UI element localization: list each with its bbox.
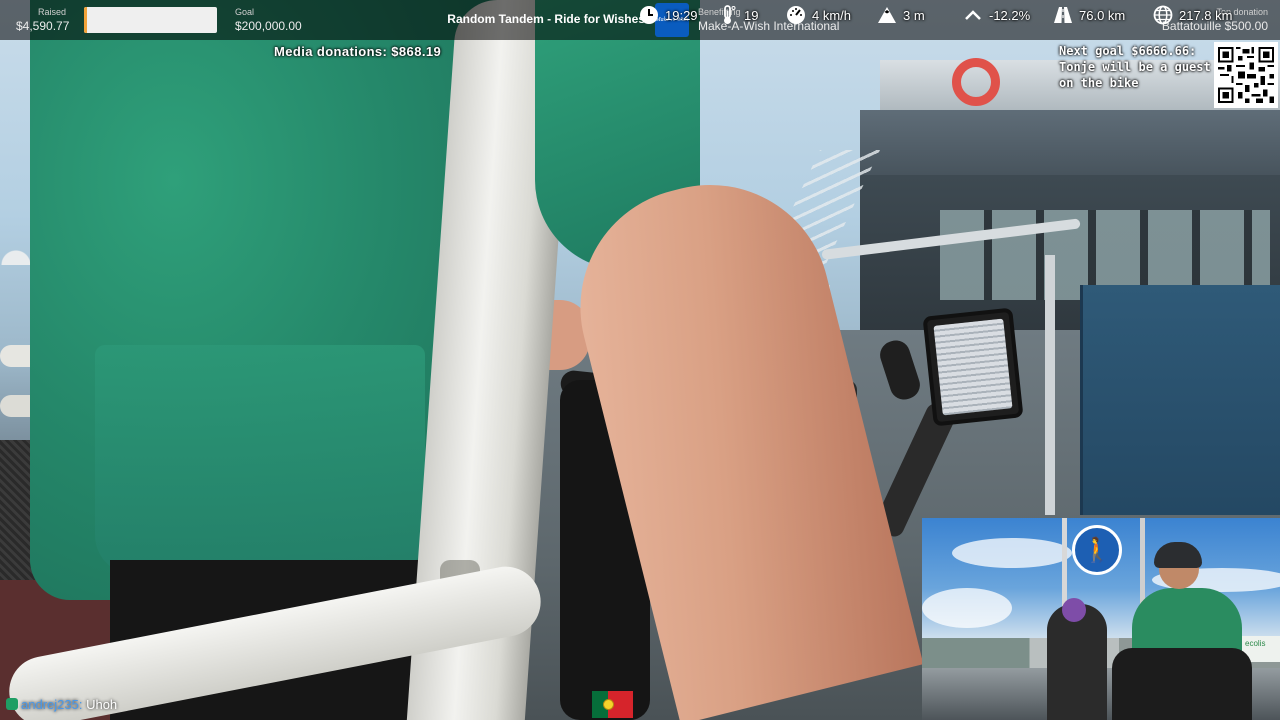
- next-goal-line: on the bike: [1059, 76, 1139, 90]
- road-icon: [1054, 7, 1072, 23]
- raised-amount: $4,590.77: [16, 19, 70, 33]
- altitude-value: 3 m: [903, 7, 925, 23]
- qr-code-graphic: [1218, 47, 1274, 103]
- stream-title: Random Tandem - Ride for Wishes: [447, 12, 645, 26]
- next-goal-line: Next goal $6666.66:: [1059, 44, 1197, 58]
- altitude-stat: 3 m: [877, 4, 925, 26]
- qr-code-icon[interactable]: [1214, 42, 1278, 108]
- chat-username: andrej235:: [21, 697, 83, 712]
- fundraising-progress-bar: [84, 7, 217, 33]
- temperature-stat: 19: [718, 4, 758, 26]
- grade-value: -12.2%: [989, 7, 1031, 23]
- chevron-up-icon: [965, 10, 981, 20]
- distance-total-value: 217.8 km: [1179, 7, 1233, 23]
- distance-today-value: 76.0 km: [1079, 7, 1126, 23]
- speedometer-icon: [787, 6, 805, 24]
- blue-machinery: [1080, 285, 1280, 515]
- time-stat: 19:29: [639, 4, 698, 26]
- speed-value: 4 km/h: [812, 7, 852, 23]
- goal-amount: $200,000.00: [235, 19, 302, 33]
- chat-badge-icon: [6, 698, 18, 710]
- pip-cloud: [922, 588, 1012, 628]
- chat-message: andrej235: Uhoh: [6, 697, 117, 712]
- time-value: 19:29: [665, 7, 698, 23]
- globe-icon: [1153, 5, 1173, 25]
- life-ring: [952, 58, 1000, 106]
- distance-total-stat: 217.8 km: [1153, 4, 1232, 26]
- phone-mount: [922, 307, 1024, 427]
- ship-deck-overhang: [860, 110, 1280, 180]
- next-goal-line: Tonje will be a guest: [1059, 60, 1211, 74]
- chat-text: Uhoh: [86, 697, 118, 712]
- shirt-pocket: [95, 345, 425, 575]
- railing-post: [1045, 255, 1055, 515]
- pedestrian-sign-icon: 🚶: [1072, 525, 1122, 575]
- media-donations-total: Media donations: $868.19: [274, 44, 442, 59]
- speed-stat: 4 km/h: [786, 4, 851, 26]
- pip-cloud: [952, 538, 1072, 568]
- temperature-value: 19: [744, 7, 759, 23]
- thermometer-icon: [724, 5, 736, 24]
- grade-stat: -12.2%: [963, 4, 1030, 26]
- progress-fill: [84, 7, 88, 33]
- mountain-icon: [878, 7, 896, 23]
- bottom-status-bar: andrej235: Uhoh: [0, 690, 1280, 720]
- clock-icon: [640, 6, 658, 24]
- next-goal-text: Next goal $6666.66: Tonje will be a gues…: [1059, 43, 1219, 91]
- portugal-flag-icon: [592, 691, 633, 718]
- pip-rider-helmet: [1154, 542, 1202, 568]
- distance-today-stat: 76.0 km: [1053, 4, 1125, 26]
- raised-label: Raised: [38, 7, 67, 17]
- pip-passenger-helmet: [1062, 598, 1086, 622]
- goal-label: Goal: [235, 7, 255, 17]
